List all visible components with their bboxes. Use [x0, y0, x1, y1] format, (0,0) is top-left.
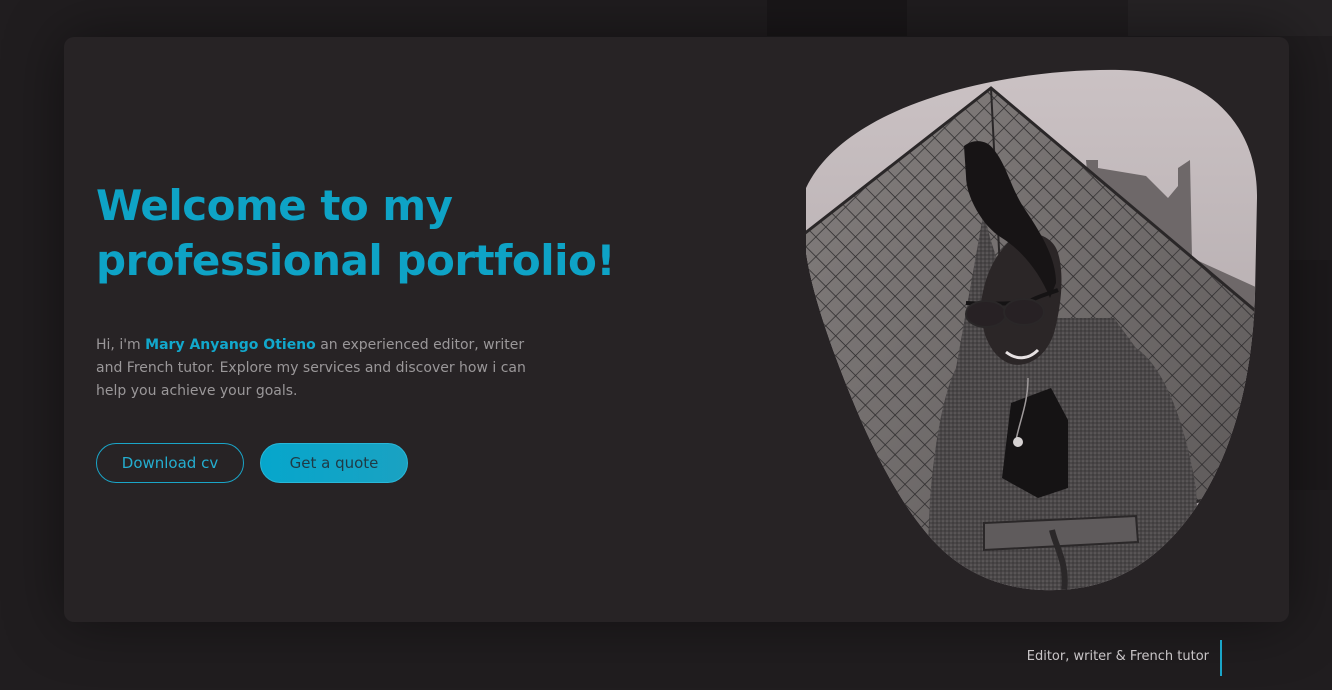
tagline: Editor, writer & French tutor: [990, 640, 1222, 676]
background-block: [1128, 0, 1332, 36]
background-block: [767, 0, 907, 36]
tagline-text: Editor, writer & French tutor: [1026, 649, 1209, 664]
hero-intro: Hi, i'm Mary Anyango Otieno an experienc…: [96, 334, 536, 403]
get-quote-button[interactable]: Get a quote: [260, 443, 408, 483]
background-block: [1289, 260, 1332, 490]
profile-photo: [806, 69, 1258, 591]
intro-prefix: Hi, i'm: [96, 337, 146, 353]
download-cv-button[interactable]: Download cv: [96, 443, 244, 483]
tagline-accent-bar: [1220, 640, 1222, 676]
intro-name: Mary Anyango Otieno: [145, 337, 316, 353]
hero-headline: Welcome to my professional portfolio!: [96, 181, 616, 285]
